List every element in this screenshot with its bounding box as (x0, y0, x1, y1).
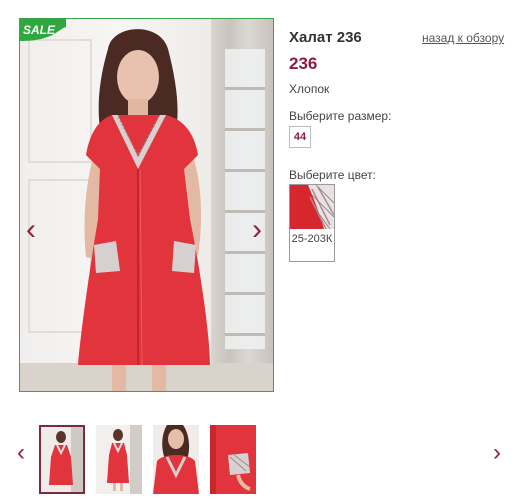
sale-badge-text: SALE (23, 23, 56, 37)
thumbnail-3-image (153, 425, 199, 494)
thumbnail-3[interactable] (153, 425, 199, 494)
color-label: Выберите цвет: (289, 168, 377, 182)
main-product-image[interactable]: SALE ‹ › (19, 18, 274, 392)
color-code: 25-203К (291, 233, 333, 245)
thumbnail-4[interactable] (210, 425, 256, 494)
product-material: Хлопок (289, 82, 330, 96)
thumbnail-4-image (210, 425, 256, 494)
size-option-44[interactable]: 44 (289, 126, 311, 148)
chevron-left-icon[interactable]: ‹ (26, 215, 36, 245)
size-label: Выберите размер: (289, 109, 392, 123)
chevron-right-icon[interactable]: › (252, 215, 262, 245)
thumbnail-2[interactable] (96, 425, 142, 494)
thumbnail-1-image (41, 427, 83, 492)
color-option[interactable]: 25-203К (289, 184, 335, 262)
thumbnails-next-chevron-right-icon[interactable]: › (493, 441, 501, 465)
thumbnails-prev-chevron-left-icon[interactable]: ‹ (17, 441, 25, 465)
back-to-overview-link[interactable]: назад к обзору (422, 31, 504, 45)
sale-badge: SALE (20, 19, 66, 41)
color-swatch (290, 185, 334, 229)
product-title: Халат 236 (289, 29, 362, 46)
model-illustration (78, 29, 210, 391)
thumbnail-2-image (96, 425, 142, 494)
thumbnail-1[interactable] (39, 425, 85, 494)
product-price: 236 (289, 54, 318, 73)
